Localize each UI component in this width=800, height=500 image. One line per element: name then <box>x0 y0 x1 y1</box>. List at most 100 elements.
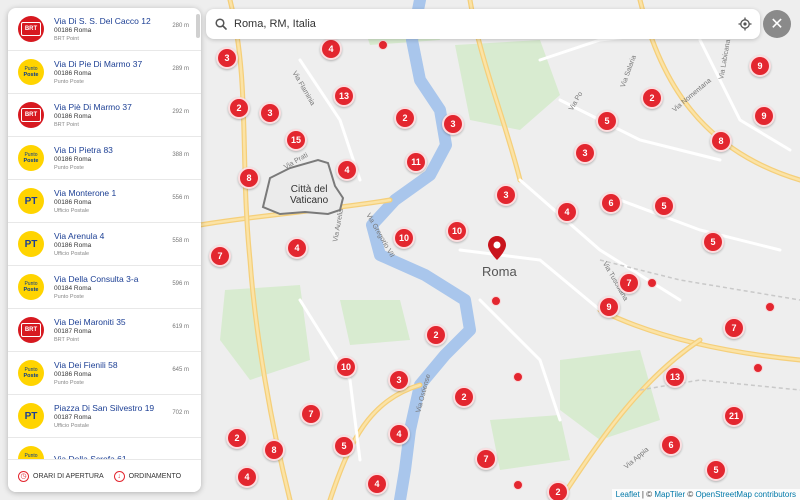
item-type: Ufficio Postale <box>54 422 90 429</box>
search-input[interactable] <box>228 18 738 30</box>
cluster-marker[interactable]: 13 <box>333 85 355 107</box>
cluster-marker[interactable]: 5 <box>333 435 355 457</box>
item-info: Via Della Consulta 3-a 00184 Roma Punto Po… <box>54 274 201 301</box>
cluster-marker[interactable]: 8 <box>710 130 732 152</box>
cluster-marker[interactable]: 5 <box>653 195 675 217</box>
clock-icon: ◷ <box>18 470 29 482</box>
item-type: Ufficio Postale <box>54 207 90 214</box>
point-marker[interactable] <box>647 278 657 288</box>
cluster-marker[interactable]: 4 <box>556 201 578 223</box>
cluster-marker[interactable]: 9 <box>749 55 771 77</box>
cluster-marker[interactable]: 9 <box>598 296 620 318</box>
location-pin-icon[interactable] <box>488 236 506 260</box>
map-attribution: Leaflet | © MapTiler © OpenStreetMap con… <box>611 489 800 500</box>
point-marker[interactable] <box>491 296 501 306</box>
cluster-marker[interactable]: 2 <box>641 87 663 109</box>
cluster-marker[interactable]: 7 <box>300 403 322 425</box>
punto-poste-logo-icon: PuntoPoste <box>18 145 44 171</box>
list-item[interactable]: Punto Poste Via Della Consulta 3-a 00184 Ro… <box>8 266 201 309</box>
list-item[interactable]: BRT Via Piè Di Marmo 37 00186 Roma BRT Poin… <box>8 94 201 137</box>
cluster-marker[interactable]: 5 <box>596 110 618 132</box>
list-item[interactable]: PT Piazza Di San Silvestro 19 00187 Roma Uf… <box>8 395 201 438</box>
cluster-marker[interactable]: 11 <box>405 151 427 173</box>
cluster-marker[interactable]: 3 <box>442 113 464 135</box>
list-item[interactable]: BRT Via Di S. S. Del Cacco 12 00186 Roma BR… <box>8 8 201 51</box>
point-marker[interactable] <box>513 480 523 490</box>
leaflet-link[interactable]: Leaflet <box>616 490 640 499</box>
cluster-marker[interactable]: 3 <box>388 369 410 391</box>
locate-me-icon[interactable] <box>738 17 752 31</box>
cluster-marker[interactable]: 7 <box>618 272 640 294</box>
cluster-marker[interactable]: 3 <box>259 102 281 124</box>
point-marker[interactable] <box>378 40 388 50</box>
cluster-marker[interactable]: 4 <box>320 38 342 60</box>
list-item[interactable]: PT Via Monterone 1 00186 Roma Ufficio Posta… <box>8 180 201 223</box>
cluster-marker[interactable]: 2 <box>547 481 569 500</box>
item-distance: 556 m <box>172 195 189 201</box>
cluster-marker[interactable]: 5 <box>705 459 727 481</box>
list-item[interactable]: PT Via Arenula 4 00186 Roma Ufficio Postale… <box>8 223 201 266</box>
close-button[interactable]: ✕ <box>763 10 791 38</box>
item-distance: 619 m <box>172 324 189 330</box>
cluster-marker[interactable]: 2 <box>394 107 416 129</box>
cluster-marker[interactable]: 10 <box>446 220 468 242</box>
item-info: Via Arenula 4 00186 Roma Ufficio Postale <box>54 231 201 258</box>
list-item[interactable]: Punto Poste Via Dei Fienili 58 00186 Roma Pu… <box>8 352 201 395</box>
area-label-vatican: Città del Vaticano <box>290 184 329 206</box>
sidebar-footer: ◷ ORARI DI APERTURA ↓ ORDINAMENTO <box>8 459 201 492</box>
item-info: Via Dei Fienili 58 00186 Roma Punto Poste <box>54 360 201 387</box>
poste-italiane-logo-icon: PT <box>18 188 44 214</box>
cluster-marker[interactable]: 4 <box>336 159 358 181</box>
item-type: Punto Poste <box>54 293 84 300</box>
cluster-marker[interactable]: 6 <box>600 192 622 214</box>
cluster-marker[interactable]: 9 <box>753 105 775 127</box>
results-sidebar: BRT Via Di S. S. Del Cacco 12 00186 Roma BR… <box>8 8 201 492</box>
list-item[interactable]: BRT Via Dei Maroniti 35 00187 Roma BRT Poin… <box>8 309 201 352</box>
list-item[interactable]: PuntoPosteVia Della Scrofa 61 <box>8 438 201 459</box>
list-item[interactable]: Punto Poste Via Di Pie Di Marmo 37 00186 Ro… <box>8 51 201 94</box>
city-label-roma: Roma <box>482 264 517 279</box>
cluster-marker[interactable]: 10 <box>335 356 357 378</box>
point-marker[interactable] <box>753 363 763 373</box>
cluster-marker[interactable]: 2 <box>228 97 250 119</box>
cluster-marker[interactable]: 3 <box>216 47 238 69</box>
cluster-marker[interactable]: 2 <box>226 427 248 449</box>
cluster-marker[interactable]: 2 <box>453 386 475 408</box>
cluster-marker[interactable]: 10 <box>393 227 415 249</box>
cluster-marker[interactable]: 4 <box>388 423 410 445</box>
brt-logo-icon: BRT <box>18 16 44 42</box>
cluster-marker[interactable]: 21 <box>723 405 745 427</box>
item-type: BRT Point <box>54 35 79 42</box>
brt-logo-icon: BRT <box>18 317 44 343</box>
cluster-marker[interactable]: 5 <box>702 231 724 253</box>
item-distance: 558 m <box>172 238 189 244</box>
list-item[interactable]: Punto Poste Via Di Pietra 83 00186 Roma Punt… <box>8 137 201 180</box>
results-list[interactable]: BRT Via Di S. S. Del Cacco 12 00186 Roma BR… <box>8 8 201 459</box>
cluster-marker[interactable]: 4 <box>286 237 308 259</box>
item-type: Punto Poste <box>54 379 84 386</box>
cluster-marker[interactable]: 4 <box>366 473 388 495</box>
cluster-marker[interactable]: 3 <box>495 184 517 206</box>
cluster-marker[interactable]: 2 <box>425 324 447 346</box>
point-marker[interactable] <box>513 372 523 382</box>
item-info: Piazza Di San Silvestro 19 00187 Roma Uffi… <box>54 403 201 430</box>
cluster-marker[interactable]: 15 <box>285 129 307 151</box>
cluster-marker[interactable]: 13 <box>664 366 686 388</box>
cluster-marker[interactable]: 8 <box>263 439 285 461</box>
cluster-marker[interactable]: 3 <box>574 142 596 164</box>
major-road <box>227 0 293 500</box>
maptiler-link[interactable]: MapTiler <box>654 490 685 499</box>
osm-link[interactable]: OpenStreetMap contributors <box>696 490 797 499</box>
list-scrollbar[interactable] <box>196 14 200 38</box>
cluster-marker[interactable]: 4 <box>236 466 258 488</box>
sort-button[interactable]: ↓ ORDINAMENTO <box>113 470 181 482</box>
cluster-marker[interactable]: 8 <box>238 167 260 189</box>
cluster-marker[interactable]: 7 <box>209 245 231 267</box>
cluster-marker[interactable]: 6 <box>660 434 682 456</box>
item-type: Punto Poste <box>54 78 84 85</box>
cluster-marker[interactable]: 7 <box>475 448 497 470</box>
opening-hours-button[interactable]: ◷ ORARI DI APERTURA <box>18 470 104 482</box>
point-marker[interactable] <box>765 302 775 312</box>
cluster-marker[interactable]: 7 <box>723 317 745 339</box>
park-area <box>340 300 410 345</box>
